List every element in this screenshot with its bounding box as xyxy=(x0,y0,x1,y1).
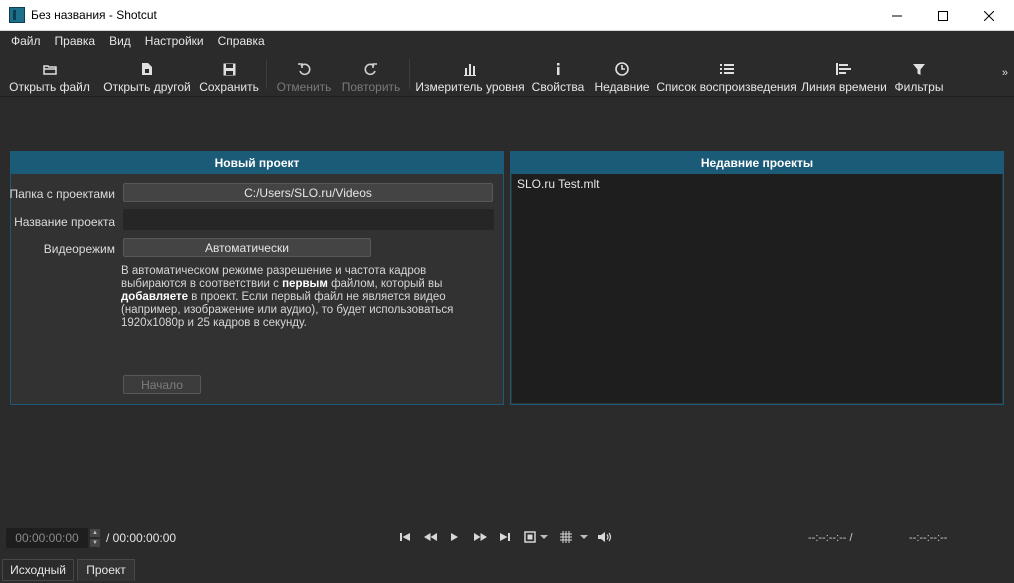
open-file-button[interactable]: Открыть файл xyxy=(9,51,90,97)
menu-file[interactable]: Файл xyxy=(4,34,48,48)
window-title: Без названия - Shotcut xyxy=(31,8,157,22)
audio-meter-button[interactable]: Измеритель уровня xyxy=(415,51,525,97)
grid-dropdown[interactable] xyxy=(559,529,591,545)
clock-icon xyxy=(615,58,629,80)
play-icon xyxy=(451,533,458,541)
info-icon xyxy=(555,58,561,80)
menu-settings[interactable]: Настройки xyxy=(138,34,211,48)
play-button[interactable] xyxy=(450,529,460,545)
open-other-label: Открыть другой xyxy=(103,80,191,94)
playlist-button[interactable]: Список воспроизведения xyxy=(656,51,797,97)
skip-to-start-button[interactable] xyxy=(399,529,411,545)
save-icon xyxy=(223,58,236,80)
spin-up-icon[interactable]: ▲ xyxy=(89,528,101,538)
audio-meter-label: Измеритель уровня xyxy=(415,80,525,94)
title-bar: Без названия - Shotcut xyxy=(0,0,1014,31)
spin-down-icon[interactable]: ▼ xyxy=(89,538,101,548)
undo-label: Отменить xyxy=(276,80,332,94)
list-icon xyxy=(719,58,734,80)
project-name-input[interactable] xyxy=(123,209,494,230)
recent-projects-header: Недавние проекты xyxy=(511,152,1003,174)
rewind-button[interactable] xyxy=(423,529,437,545)
close-button[interactable] xyxy=(966,0,1012,31)
main-toolbar: Открыть файл Открыть другой Сохранить От… xyxy=(0,51,1014,97)
maximize-icon xyxy=(938,10,948,21)
volume-button[interactable] xyxy=(597,529,612,545)
properties-button[interactable]: Свойства xyxy=(531,51,585,97)
tab-source[interactable]: Исходный xyxy=(2,559,74,581)
menu-help[interactable]: Справка xyxy=(211,34,272,48)
save-button[interactable]: Сохранить xyxy=(199,51,259,97)
recent-label: Недавние xyxy=(594,80,650,94)
skip-next-icon xyxy=(500,533,510,541)
timeline-icon xyxy=(836,58,852,80)
list-item[interactable]: SLO.ru Test.mlt xyxy=(517,177,997,191)
fast-forward-icon xyxy=(473,533,487,541)
out-point-timecode: --:--:--:-- xyxy=(909,532,948,544)
toolbar-overflow-icon[interactable]: » xyxy=(1002,67,1008,79)
fast-forward-button[interactable] xyxy=(473,529,487,545)
level-meter-icon xyxy=(464,58,476,80)
minimize-button[interactable] xyxy=(874,0,920,31)
redo-button[interactable]: Повторить xyxy=(341,51,401,97)
open-other-button[interactable]: Открыть другой xyxy=(101,51,193,97)
toolbar-separator xyxy=(266,59,267,89)
timeline-button[interactable]: Линия времени xyxy=(801,51,887,97)
undo-icon xyxy=(297,58,311,80)
volume-icon xyxy=(597,532,611,542)
recent-button[interactable]: Недавние xyxy=(594,51,650,97)
video-mode-description: В автоматическом режиме разрешение и час… xyxy=(121,265,454,329)
zoom-fit-icon xyxy=(524,531,548,543)
grid-icon xyxy=(560,531,588,543)
in-point-timecode: --:--:--:-- / xyxy=(808,532,853,544)
recent-projects-list: SLO.ru Test.mlt xyxy=(512,174,1002,403)
tab-project[interactable]: Проект xyxy=(77,559,135,581)
timeline-label: Линия времени xyxy=(801,80,887,94)
project-name-label: Название проекта xyxy=(14,215,115,229)
duration-label: / 00:00:00:00 xyxy=(106,531,177,545)
new-project-header: Новый проект xyxy=(11,152,503,174)
video-mode-label: Видеорежим xyxy=(43,242,115,256)
skip-previous-icon xyxy=(400,533,410,541)
undo-button[interactable]: Отменить xyxy=(276,51,332,97)
redo-icon xyxy=(364,58,378,80)
playlist-label: Список воспроизведения xyxy=(656,80,797,94)
position-timecode-input[interactable]: 00:00:00:00 xyxy=(6,528,88,548)
filter-funnel-icon xyxy=(913,58,925,80)
start-button[interactable]: Начало xyxy=(123,375,201,394)
folder-open-icon xyxy=(42,58,57,80)
timecode-spinner[interactable]: ▲ ▼ xyxy=(89,528,101,548)
shotcut-app-icon xyxy=(9,7,25,23)
menu-edit[interactable]: Правка xyxy=(48,34,103,48)
rewind-icon xyxy=(423,533,437,541)
recent-projects-panel: Недавние проекты SLO.ru Test.mlt xyxy=(510,151,1004,405)
properties-label: Свойства xyxy=(531,80,585,94)
save-label: Сохранить xyxy=(199,80,259,94)
video-mode-button[interactable]: Автоматически xyxy=(123,238,371,257)
open-file-label: Открыть файл xyxy=(9,80,90,94)
minimize-icon xyxy=(892,15,902,16)
player-tabs: Исходный Проект xyxy=(0,557,1014,583)
open-other-icon xyxy=(141,58,153,80)
projects-folder-button[interactable]: C:/Users/SLO.ru/Videos xyxy=(123,183,493,202)
skip-to-end-button[interactable] xyxy=(499,529,511,545)
menu-bar: Файл Правка Вид Настройки Справка xyxy=(0,31,1014,51)
filters-button[interactable]: Фильтры xyxy=(894,51,944,97)
close-icon xyxy=(984,10,994,21)
menu-view[interactable]: Вид xyxy=(102,34,138,48)
maximize-button[interactable] xyxy=(920,0,966,31)
new-project-panel: Новый проект Папка с проектами C:/Users/… xyxy=(9,151,504,405)
zoom-dropdown[interactable] xyxy=(523,529,549,545)
toolbar-separator xyxy=(409,59,410,89)
projects-folder-label: Папка с проектами xyxy=(9,187,115,201)
filters-label: Фильтры xyxy=(894,80,944,94)
redo-label: Повторить xyxy=(341,80,401,94)
